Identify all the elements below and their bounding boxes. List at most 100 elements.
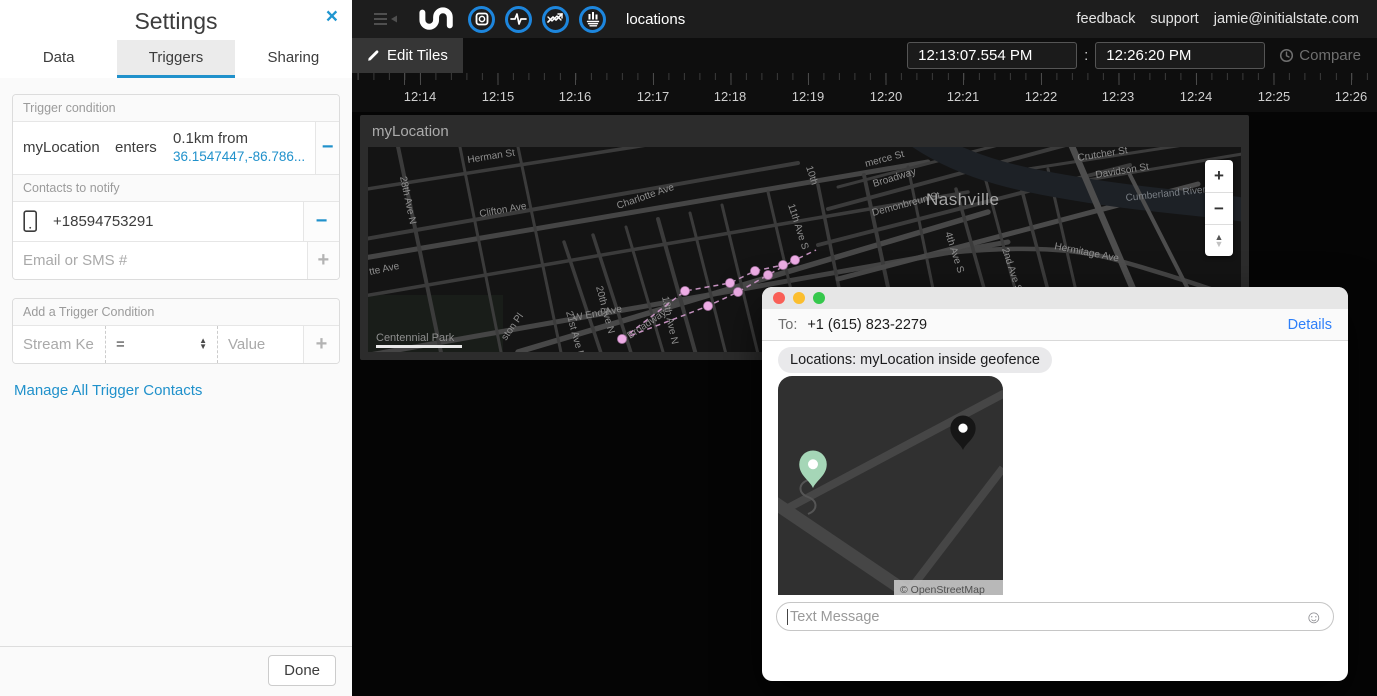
trigger-value-input[interactable] [218,326,303,363]
street-label: Crutcher St [1077,147,1129,164]
start-time-input[interactable] [907,42,1077,69]
add-trigger-header: Add a Trigger Condition [13,299,339,325]
settings-header: Settings × [0,0,352,40]
tick-label: 12:17 [627,89,679,104]
tick-label: 12:21 [937,89,989,104]
conversation-area: Locations: myLocation inside geofence [762,341,1348,638]
text-caret [787,609,788,625]
zoom-out-button[interactable]: − [1205,192,1233,224]
settings-panel: Settings × Data Triggers Sharing Trigger… [0,0,352,696]
trigger-distance: 0.1km from [173,130,248,147]
settings-tabs: Data Triggers Sharing [0,40,352,78]
edit-tiles-button[interactable]: Edit Tiles [352,38,463,73]
settings-title: Settings [0,0,352,42]
street-label: Hermitage Ave [1053,241,1120,264]
remove-contact-button[interactable]: − [303,202,339,241]
message-placeholder: Text Message [790,609,1305,625]
tick-label: 12:26 [1325,89,1377,104]
message-input[interactable]: Text Message ☺ [776,602,1334,631]
timeline-ruler[interactable]: 12:14 12:15 12:16 12:17 12:18 12:19 12:2… [352,73,1377,112]
trigger-coordinates-link[interactable]: 36.1547447,-86.786... [173,149,305,166]
add-contact-row: + [13,241,339,279]
time-range-separator: : [1084,47,1088,64]
phone-icon [23,210,38,233]
tiles-view-icon[interactable] [468,6,495,33]
recipient-number: +1 (615) 823-2279 [807,317,927,333]
tick-label: 12:16 [549,89,601,104]
tick-label: 12:25 [1248,89,1300,104]
tick-label: 12:18 [704,89,756,104]
contact-input[interactable] [13,242,307,279]
close-window-icon[interactable] [773,292,785,304]
tick-label: 12:14 [394,89,446,104]
add-contact-button[interactable]: + [307,242,339,279]
tab-data[interactable]: Data [0,40,117,78]
collapse-menu-icon[interactable] [374,12,400,26]
park-label: Centennial Park [376,332,455,344]
clock-icon [1279,48,1294,63]
emoji-icon[interactable]: ☺ [1305,608,1323,626]
contact-number: +18594753291 [53,213,154,230]
street-label: Herman St [467,148,516,166]
contacts-header: Contacts to notify [13,174,339,201]
compare-button[interactable]: Compare [1279,47,1361,64]
end-time-input[interactable] [1095,42,1265,69]
compare-label: Compare [1299,47,1361,64]
done-button[interactable]: Done [268,655,336,686]
trigger-condition-header: Trigger condition [13,95,339,121]
tab-triggers[interactable]: Triggers [117,40,234,78]
messages-window: To: +1 (615) 823-2279 Details Locations:… [762,287,1348,681]
tick-label: 12:24 [1170,89,1222,104]
pencil-icon [367,49,380,62]
tick-label: 12:22 [1015,89,1067,104]
tick-label: 12:15 [472,89,524,104]
messages-titlebar[interactable] [762,287,1348,309]
minimize-window-icon[interactable] [793,292,805,304]
street-label: Davidson St [1095,162,1150,181]
tick-label: 12:20 [860,89,912,104]
map-zoom-control: + − ▲▼ [1205,160,1233,256]
to-label: To: [778,317,797,333]
apps-view-icon[interactable] [579,6,606,33]
message-bubble: Locations: myLocation inside geofence [778,347,1052,373]
lines-view-icon[interactable] [542,6,569,33]
map-pan-button[interactable]: ▲▼ [1205,224,1233,256]
manage-trigger-contacts-link[interactable]: Manage All Trigger Contacts [14,382,338,399]
stream-key-input[interactable] [13,326,105,363]
edit-tiles-label: Edit Tiles [387,47,448,64]
zoom-in-button[interactable]: + [1205,160,1233,192]
street-label: 11th Ave S [785,203,810,252]
pan-down-icon: ▼ [1215,241,1224,248]
tick-label: 12:19 [782,89,834,104]
zoom-window-icon[interactable] [813,292,825,304]
trigger-operator: enters [115,139,173,156]
tick-label: 12:23 [1092,89,1144,104]
recipient-row: To: +1 (615) 823-2279 Details [762,309,1348,341]
close-icon[interactable]: × [326,5,338,29]
bucket-title: locations [626,11,685,28]
support-link[interactable]: support [1150,11,1198,27]
toolbar: Edit Tiles : Compare [352,38,1377,73]
add-trigger-button[interactable]: + [303,326,339,363]
city-label: Nashville [926,190,999,209]
feedback-link[interactable]: feedback [1076,11,1135,27]
add-trigger-row: = ▲▼ + [13,325,339,363]
tab-sharing[interactable]: Sharing [235,40,352,78]
contact-row: +18594753291 − [13,201,339,241]
street-label: tte Ave [368,261,400,278]
top-nav-bar: locations feedback support jamie@initial… [352,0,1377,38]
waves-view-icon[interactable] [505,6,532,33]
operator-value: = [116,336,125,353]
triggers-tab-content: Trigger condition myLocation enters 0.1k… [0,78,352,646]
details-link[interactable]: Details [1288,317,1332,333]
initial-state-logo-icon[interactable] [416,5,458,33]
message-input-row: Text Message ☺ [762,595,1348,638]
map-scale-bar [376,345,462,348]
operator-select[interactable]: = ▲▼ [105,326,217,363]
account-link[interactable]: jamie@initialstate.com [1214,11,1359,27]
trigger-condition-box: Trigger condition myLocation enters 0.1k… [12,94,340,280]
remove-trigger-button[interactable]: − [315,122,339,174]
settings-footer: Done [0,646,352,696]
app-screen: locations feedback support jamie@initial… [0,0,1377,696]
tile-title: myLocation [360,115,1249,146]
